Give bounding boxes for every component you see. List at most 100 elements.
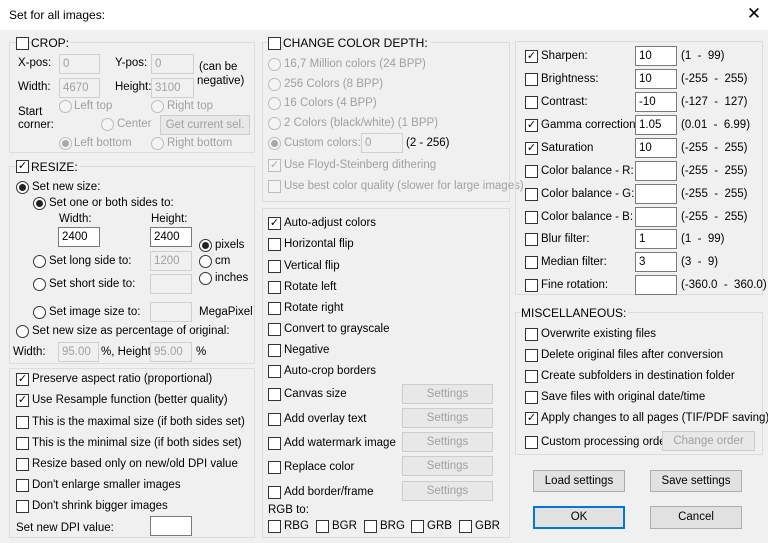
no-enlarge-checkbox[interactable]: [16, 479, 29, 492]
fine-rotation-checkbox[interactable]: [525, 279, 538, 292]
sharpen-checkbox[interactable]: ✓: [525, 50, 538, 63]
canvas-size-settings-button[interactable]: Settings: [402, 384, 493, 404]
rgb-grb-checkbox[interactable]: [411, 520, 424, 533]
rgb-brg-checkbox[interactable]: [364, 520, 377, 533]
image-size-input[interactable]: [150, 302, 192, 322]
short-side-radio[interactable]: [33, 278, 46, 291]
floyd-steinberg-checkbox[interactable]: ✓: [268, 159, 281, 172]
corner-center-radio[interactable]: [101, 118, 114, 131]
grayscale-checkbox[interactable]: [268, 323, 281, 336]
overwrite-checkbox[interactable]: [525, 328, 538, 341]
depth-1bpp-radio[interactable]: [268, 117, 281, 130]
depth-custom-radio[interactable]: [268, 137, 281, 150]
rgb-rbg-checkbox[interactable]: [268, 520, 281, 533]
crop-checkbox[interactable]: [16, 37, 29, 50]
auto-crop-checkbox[interactable]: [268, 365, 281, 378]
image-size-radio[interactable]: [33, 306, 46, 319]
no-shrink-checkbox[interactable]: [16, 500, 29, 513]
corner-left-top-radio[interactable]: [59, 100, 72, 113]
depth-8bpp-radio[interactable]: [268, 78, 281, 91]
auto-adjust-checkbox[interactable]: ✓: [268, 217, 281, 230]
gamma-correction-checkbox[interactable]: ✓: [525, 119, 538, 132]
custom-colors-input[interactable]: 0: [361, 133, 403, 153]
unit-inches-radio[interactable]: [199, 272, 212, 285]
get-current-selection-button[interactable]: Get current sel.: [160, 115, 250, 135]
unit-pixels-radio[interactable]: [199, 239, 212, 252]
watermark-checkbox[interactable]: [268, 437, 281, 450]
apply-all-pages-checkbox[interactable]: ✓: [525, 412, 538, 425]
save-datetime-checkbox[interactable]: [525, 391, 538, 404]
horizontal-flip-checkbox[interactable]: [268, 238, 281, 251]
crop-width-input[interactable]: 4670: [59, 78, 100, 98]
color-depth-checkbox[interactable]: [268, 37, 281, 50]
close-icon[interactable]: ✕: [746, 4, 762, 24]
replace-color-checkbox[interactable]: [268, 461, 281, 474]
pct-width-input[interactable]: 95.00: [58, 342, 99, 362]
set-new-size-radio[interactable]: [16, 181, 29, 194]
border-frame-settings-button[interactable]: Settings: [402, 481, 493, 501]
one-or-both-sides-radio[interactable]: [33, 197, 46, 210]
short-side-input[interactable]: [150, 274, 192, 294]
ok-button[interactable]: OK: [533, 506, 625, 529]
overlay-text-settings-button[interactable]: Settings: [402, 408, 493, 428]
custom-order-checkbox[interactable]: [525, 436, 538, 449]
best-quality-checkbox[interactable]: [268, 180, 281, 193]
dpi-based-checkbox[interactable]: [16, 458, 29, 471]
depth-24bpp-radio[interactable]: [268, 58, 281, 71]
color-balance-g-input[interactable]: [635, 184, 677, 204]
resize-width-input[interactable]: 2400: [58, 227, 100, 247]
save-settings-button[interactable]: Save settings: [650, 470, 742, 492]
replace-color-settings-button[interactable]: Settings: [402, 456, 493, 476]
color-balance-r-checkbox[interactable]: [525, 165, 538, 178]
dpi-value-input[interactable]: [150, 516, 192, 536]
median-filter-checkbox[interactable]: [525, 256, 538, 269]
change-order-button[interactable]: Change order: [662, 431, 755, 451]
saturation-checkbox[interactable]: ✓: [525, 142, 538, 155]
crop-height-input[interactable]: 3100: [151, 78, 194, 98]
median-filter-input[interactable]: 3: [635, 252, 677, 272]
vertical-flip-checkbox[interactable]: [268, 260, 281, 273]
gamma-correction-input[interactable]: 1.05: [635, 115, 677, 135]
color-balance-g-checkbox[interactable]: [525, 188, 538, 201]
preserve-aspect-checkbox[interactable]: ✓: [16, 373, 29, 386]
pct-height-input[interactable]: 95.00: [150, 342, 192, 362]
maximal-size-checkbox[interactable]: [16, 416, 29, 429]
xpos-input[interactable]: 0: [59, 54, 100, 74]
canvas-size-checkbox[interactable]: [268, 388, 281, 401]
overlay-text-checkbox[interactable]: [268, 413, 281, 426]
sharpen-input[interactable]: 10: [635, 46, 677, 66]
resize-checkbox[interactable]: ✓: [16, 160, 29, 173]
saturation-input[interactable]: 10: [635, 138, 677, 158]
create-subfolders-checkbox[interactable]: [525, 370, 538, 383]
color-balance-b-checkbox[interactable]: [525, 211, 538, 224]
load-settings-button[interactable]: Load settings: [533, 470, 625, 492]
long-side-input[interactable]: 1200: [150, 251, 192, 271]
border-frame-checkbox[interactable]: [268, 486, 281, 499]
rotate-right-checkbox[interactable]: [268, 302, 281, 315]
resize-height-input[interactable]: 2400: [150, 227, 192, 247]
color-balance-r-input[interactable]: [635, 161, 677, 181]
percentage-radio[interactable]: [16, 325, 29, 338]
rgb-gbr-checkbox[interactable]: [459, 520, 472, 533]
depth-4bpp-radio[interactable]: [268, 97, 281, 110]
brightness-checkbox[interactable]: [525, 73, 538, 86]
blur-filter-checkbox[interactable]: [525, 233, 538, 246]
brightness-input[interactable]: 10: [635, 69, 677, 89]
resample-checkbox[interactable]: ✓: [16, 394, 29, 407]
unit-cm-radio[interactable]: [199, 255, 212, 268]
corner-right-bottom-radio[interactable]: [151, 137, 164, 150]
watermark-settings-button[interactable]: Settings: [402, 432, 493, 452]
contrast-input[interactable]: -10: [635, 92, 677, 112]
color-balance-b-input[interactable]: [635, 207, 677, 227]
cancel-button[interactable]: Cancel: [650, 506, 742, 529]
corner-left-bottom-radio[interactable]: [59, 137, 72, 150]
blur-filter-input[interactable]: 1: [635, 229, 677, 249]
rgb-bgr-checkbox[interactable]: [316, 520, 329, 533]
minimal-size-checkbox[interactable]: [16, 437, 29, 450]
contrast-checkbox[interactable]: [525, 96, 538, 109]
delete-original-checkbox[interactable]: [525, 349, 538, 362]
ypos-input[interactable]: 0: [151, 54, 194, 74]
rotate-left-checkbox[interactable]: [268, 281, 281, 294]
negative-checkbox[interactable]: [268, 344, 281, 357]
corner-right-top-radio[interactable]: [151, 100, 164, 113]
